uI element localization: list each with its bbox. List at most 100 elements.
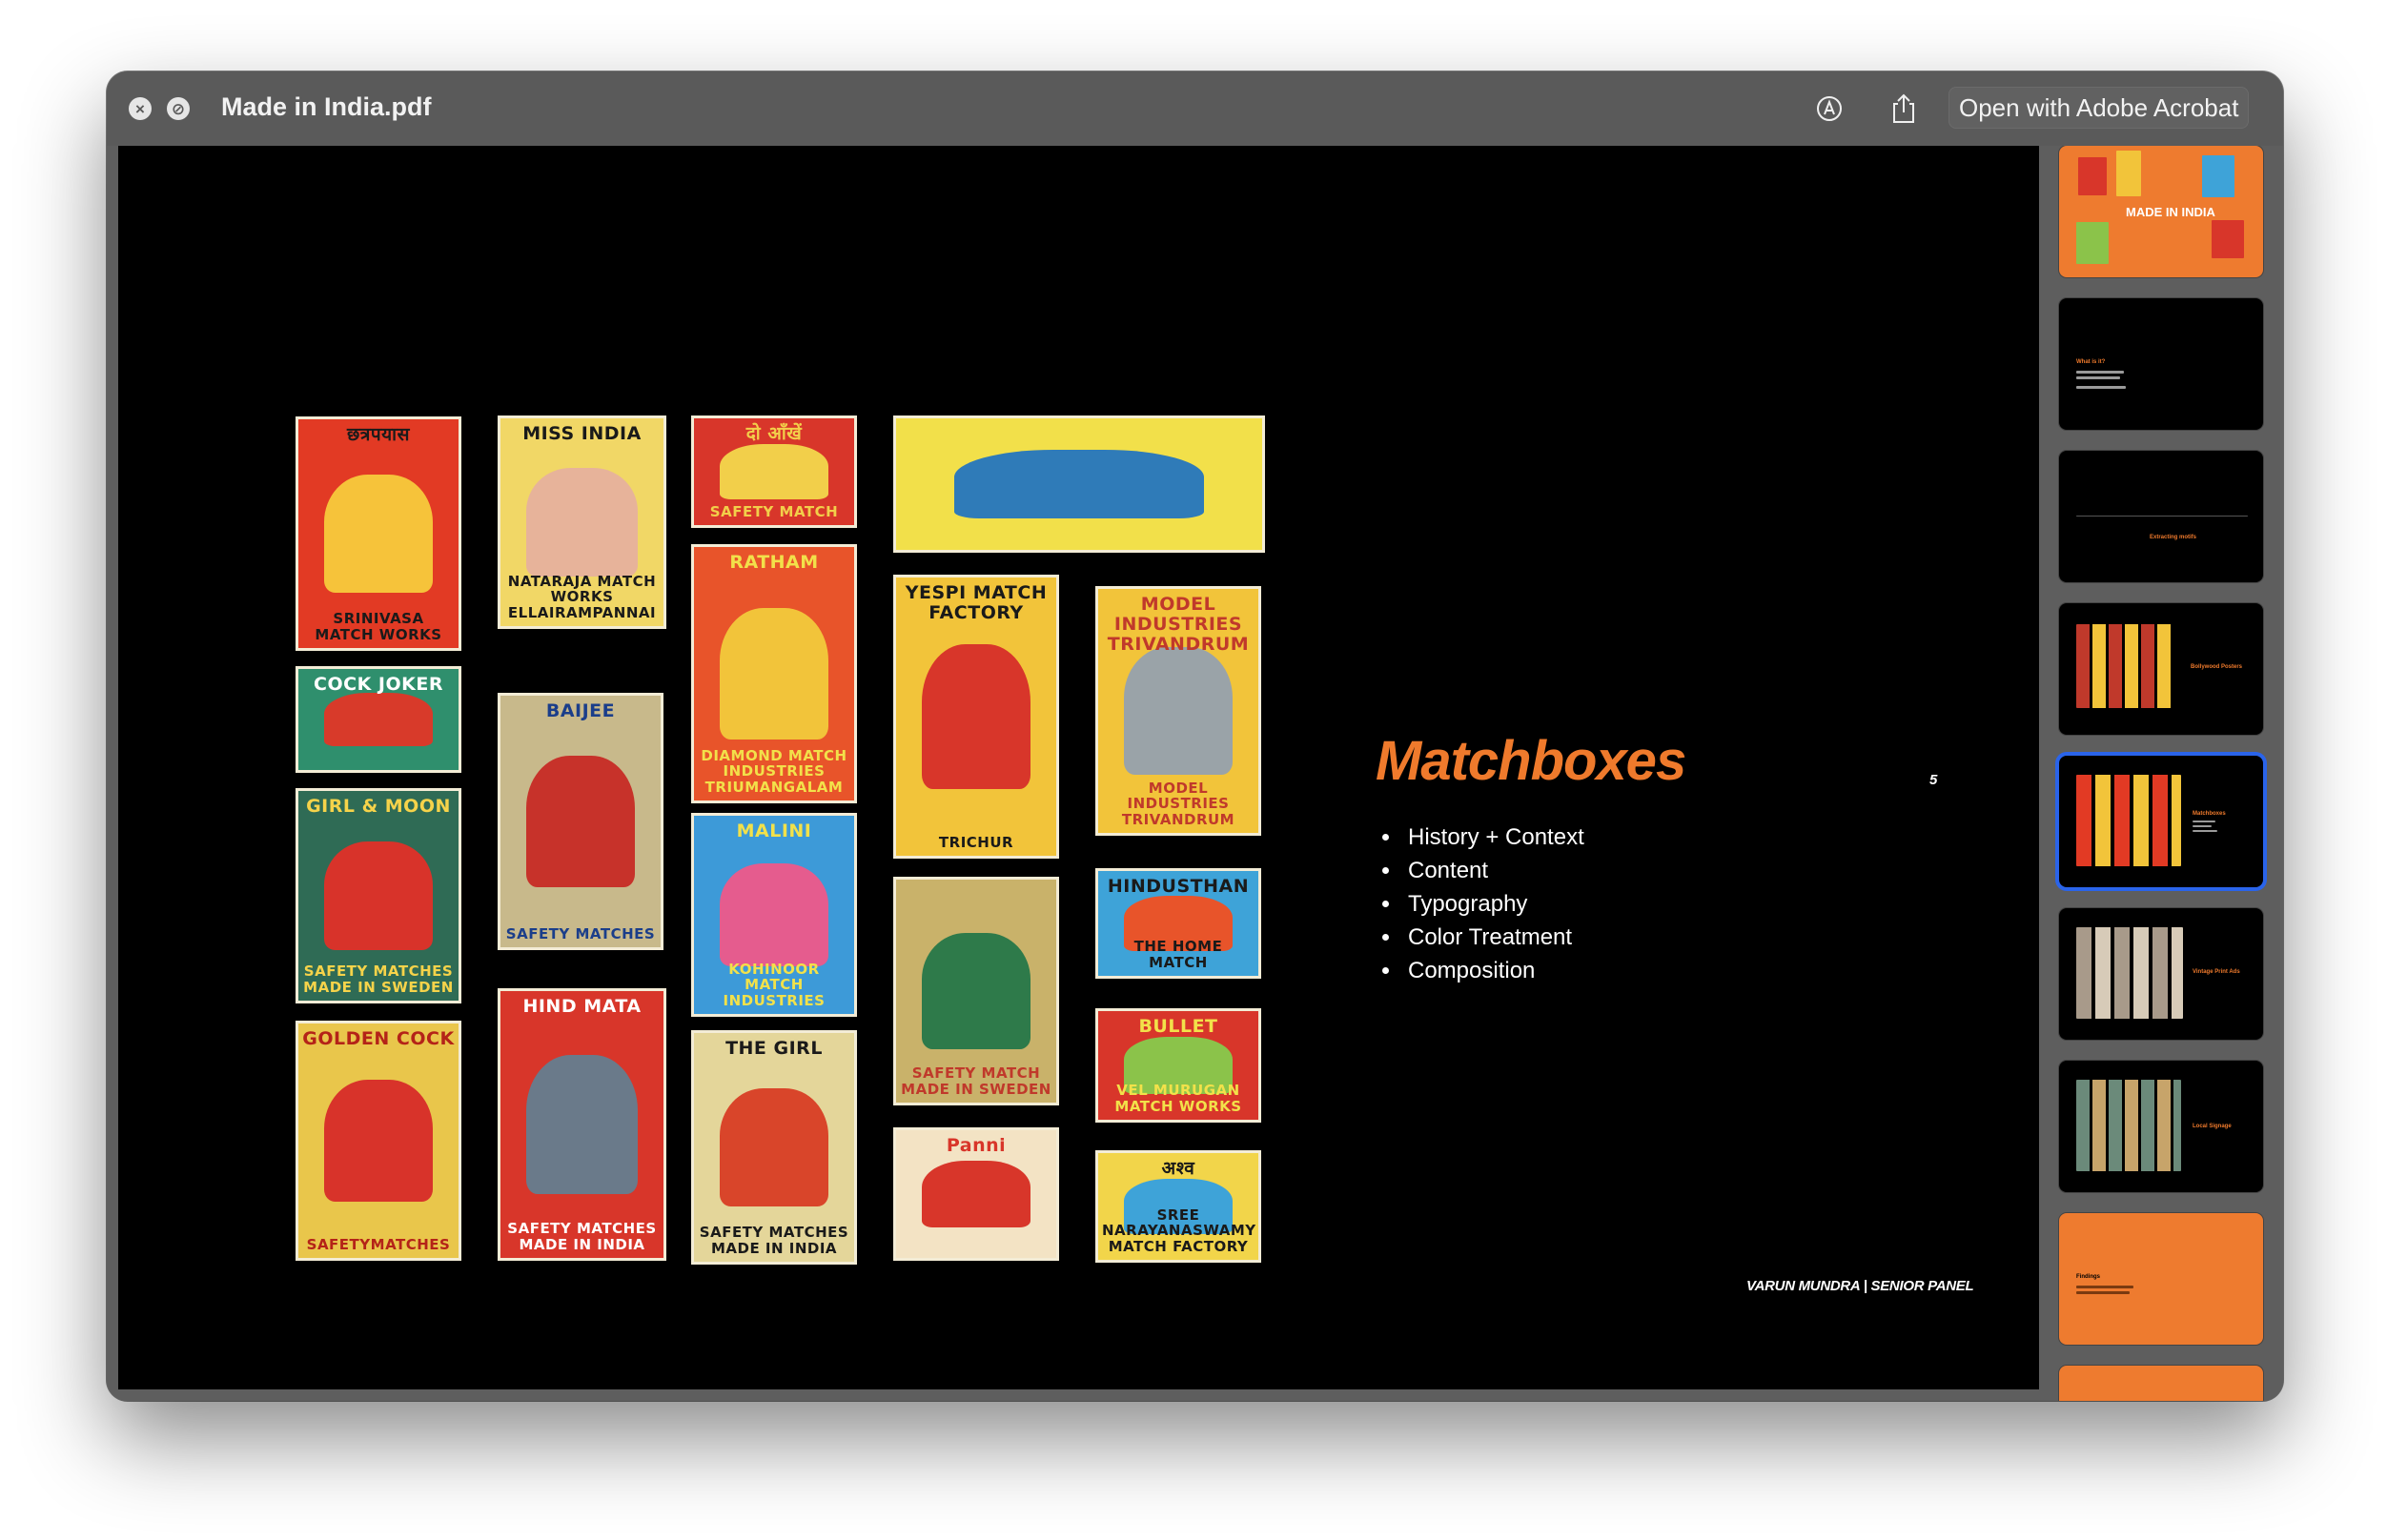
matchbox-label-image: MODEL INDUSTRIES TRIVANDRUM MODEL INDUSTR… (1095, 586, 1261, 836)
thumbnail-label: Findings (2076, 1274, 2100, 1280)
matchbox-brand-text: GOLDEN COCK (302, 1028, 455, 1049)
matchbox-maker-text: THE HOME MATCH (1133, 938, 1223, 971)
matchbox-brand-text: HINDUSTHAN (1107, 876, 1250, 897)
thumbnail-page-5[interactable]: Matchboxes (2059, 756, 2263, 887)
matchbox-maker-text: MODEL INDUSTRIES TRIVANDRUM (1121, 779, 1235, 828)
matchbox-label-image: BULLET VEL MURUGAN MATCH WORKS (1095, 1008, 1261, 1123)
matchbox-illustration (921, 1161, 1031, 1227)
thumbnail-label: Extracting motifs (2150, 535, 2197, 540)
matchbox-maker-text: SRINIVASA MATCH WORKS (315, 610, 442, 643)
matchbox-maker-text: SAFETY MATCHES (505, 924, 656, 942)
preview-window: × ⊘ Made in India.pdf Open with Adobe Ac… (107, 71, 2283, 1401)
bullet-item: Color Treatment (1378, 921, 1584, 954)
matchbox-illustration (323, 474, 434, 594)
matchbox-maker-text: NATARAJA MATCH WORKS ELLAIRAMPANNAI (507, 572, 657, 621)
matchbox-brand-text: GIRL & MOON (306, 796, 451, 817)
matchbox-brand-text: BULLET (1138, 1016, 1218, 1037)
thumbnail-label: Vintage Print Ads (2193, 969, 2240, 975)
matchbox-label-image: BAIJEE SAFETY MATCHES (498, 693, 663, 950)
matchbox-label-image: MISS INDIA NATARAJA MATCH WORKS ELLAIRAMP… (498, 415, 666, 629)
footer-credit: VARUN MUNDRA | SENIOR PANEL (1746, 1278, 1974, 1294)
matchbox-maker-text: SAFETY MATCH (709, 502, 839, 520)
matchbox-illustration (323, 841, 434, 951)
matchbox-brand-text: COCK JOKER (314, 674, 443, 695)
matchbox-brand-text: दो आँखें (745, 423, 803, 444)
matchbox-illustration (1123, 647, 1234, 775)
matchbox-label-image: GIRL & MOON SAFETY MATCHES MADE IN SWEDEN (296, 788, 461, 1003)
thumbnail-page-4[interactable]: Bollywood Posters (2059, 603, 2263, 735)
thumbnail-page-3[interactable]: Extracting motifs (2059, 451, 2263, 582)
thumbnail-sidebar[interactable]: MADE IN INDIA What is it? Extracting mot… (2039, 146, 2283, 1401)
matchbox-label-image: THE GIRL SAFETY MATCHES MADE IN INDIA (691, 1030, 857, 1265)
matchbox-maker-text: SAFETYMATCHES (306, 1235, 451, 1253)
matchbox-illustration (921, 933, 1031, 1049)
matchbox-brand-text: HIND MATA (522, 996, 642, 1017)
matchbox-label-image (893, 415, 1265, 553)
matchbox-maker-text: SAFETY MATCH MADE IN SWEDEN (901, 1064, 1051, 1098)
matchbox-brand-text: BAIJEE (545, 700, 616, 721)
matchbox-label-image: HINDUSTHAN THE HOME MATCH (1095, 868, 1261, 979)
matchbox-illustration (719, 443, 829, 500)
matchbox-label-image: MALINI KOHINOOR MATCH INDUSTRIES (691, 813, 857, 1017)
bullet-list: History + Context Content Typography Col… (1378, 821, 1584, 987)
matchbox-label-image: HIND MATA SAFETY MATCHES MADE IN INDIA (498, 988, 666, 1261)
thumbnail-page-1[interactable]: MADE IN INDIA (2059, 146, 2263, 277)
thumbnail-label: Bollywood Posters (2191, 664, 2243, 670)
matchbox-illustration (954, 450, 1204, 518)
share-icon[interactable] (1887, 92, 1920, 125)
thumbnail-label: Local Signage (2193, 1124, 2232, 1129)
slide-page-number: 5 (1929, 772, 1938, 788)
matchbox-maker-text: TRICHUR (938, 833, 1014, 851)
matchbox-brand-text: छत्रपयास (347, 424, 410, 445)
matchbox-label-image: COCK JOKER (296, 666, 461, 773)
window-title: Made in India.pdf (221, 92, 432, 121)
matchbox-label-image: Panni (893, 1127, 1059, 1261)
thumbnail-page-7[interactable]: Local Signage (2059, 1061, 2263, 1192)
matchbox-illustration (323, 1080, 434, 1202)
matchbox-illustration (526, 1055, 638, 1194)
matchbox-maker-text: SAFETY MATCHES MADE IN SWEDEN (303, 962, 454, 996)
matchbox-brand-text: Panni (946, 1135, 1007, 1156)
matchbox-illustration (719, 607, 829, 740)
matchbox-label-image: YESPI MATCH FACTORY TRICHUR (893, 575, 1059, 859)
matchbox-label-image: RATHAM DIAMOND MATCH INDUSTRIES TRIUMANGA… (691, 544, 857, 803)
matchbox-label-image: दो आँखें SAFETY MATCH (691, 415, 857, 528)
matchbox-brand-text: YESPI MATCH FACTORY (905, 582, 1048, 623)
matchbox-label-image: छत्रपयास SRINIVASA MATCH WORKS (296, 416, 461, 651)
matchbox-brand-text: THE GIRL (725, 1038, 823, 1059)
matchbox-illustration (323, 693, 434, 746)
pdf-page: छत्रपयास SRINIVASA MATCH WORKS COCK JOKER G… (118, 146, 2039, 1389)
thumbnail-label: Matchboxes (2193, 811, 2226, 817)
matchbox-maker-text: SAFETY MATCHES MADE IN INDIA (507, 1220, 657, 1253)
markup-icon[interactable] (1813, 92, 1846, 125)
matchbox-illustration (921, 644, 1031, 789)
matchbox-brand-text: MODEL INDUSTRIES TRIVANDRUM (1107, 594, 1250, 655)
matchbox-maker-text: VEL MURUGAN MATCH WORKS (1114, 1082, 1242, 1115)
matchbox-brand-text: MISS INDIA (522, 423, 642, 444)
matchbox-illustration (525, 756, 636, 887)
matchbox-label-image: GOLDEN COCK SAFETYMATCHES (296, 1021, 461, 1261)
matchbox-maker-text: DIAMOND MATCH INDUSTRIES TRIUMANGALAM (701, 746, 847, 796)
matchbox-illustration (719, 1087, 829, 1207)
matchbox-maker-text: KOHINOOR MATCH INDUSTRIES (723, 960, 826, 1009)
open-with-acrobat-button[interactable]: Open with Adobe Acrobat (1948, 87, 2250, 129)
matchbox-label-image: SAFETY MATCH MADE IN SWEDEN (893, 877, 1059, 1105)
matchbox-illustration (526, 468, 638, 577)
matchbox-brand-text: MALINI (736, 821, 812, 841)
thumbnail-page-2[interactable]: What is it? (2059, 298, 2263, 430)
matchbox-brand-text: RATHAM (729, 552, 819, 573)
close-icon[interactable]: × (129, 97, 152, 120)
thumbnail-page-6[interactable]: Vintage Print Ads (2059, 908, 2263, 1040)
thumbnail-label: MADE IN INDIA (2126, 205, 2215, 219)
matchbox-brand-text: अश्व (1161, 1158, 1195, 1179)
matchbox-maker-text: SREE NARAYANASWAMY MATCH FACTORY (1102, 1206, 1256, 1255)
matchbox-label-image: अश्व SREE NARAYANASWAMY MATCH FACTORY (1095, 1150, 1261, 1263)
thumbnail-page-8[interactable]: Findings (2059, 1213, 2263, 1345)
thumbnail-page-9[interactable] (2059, 1366, 2263, 1401)
bullet-item: Typography (1378, 887, 1584, 921)
minimize-icon[interactable]: ⊘ (167, 97, 190, 120)
title-bar: × ⊘ Made in India.pdf Open with Adobe Ac… (107, 71, 2283, 146)
thumbnail-label: What is it? (2076, 359, 2106, 365)
matchbox-illustration (719, 862, 829, 967)
bullet-item: Composition (1378, 954, 1584, 987)
